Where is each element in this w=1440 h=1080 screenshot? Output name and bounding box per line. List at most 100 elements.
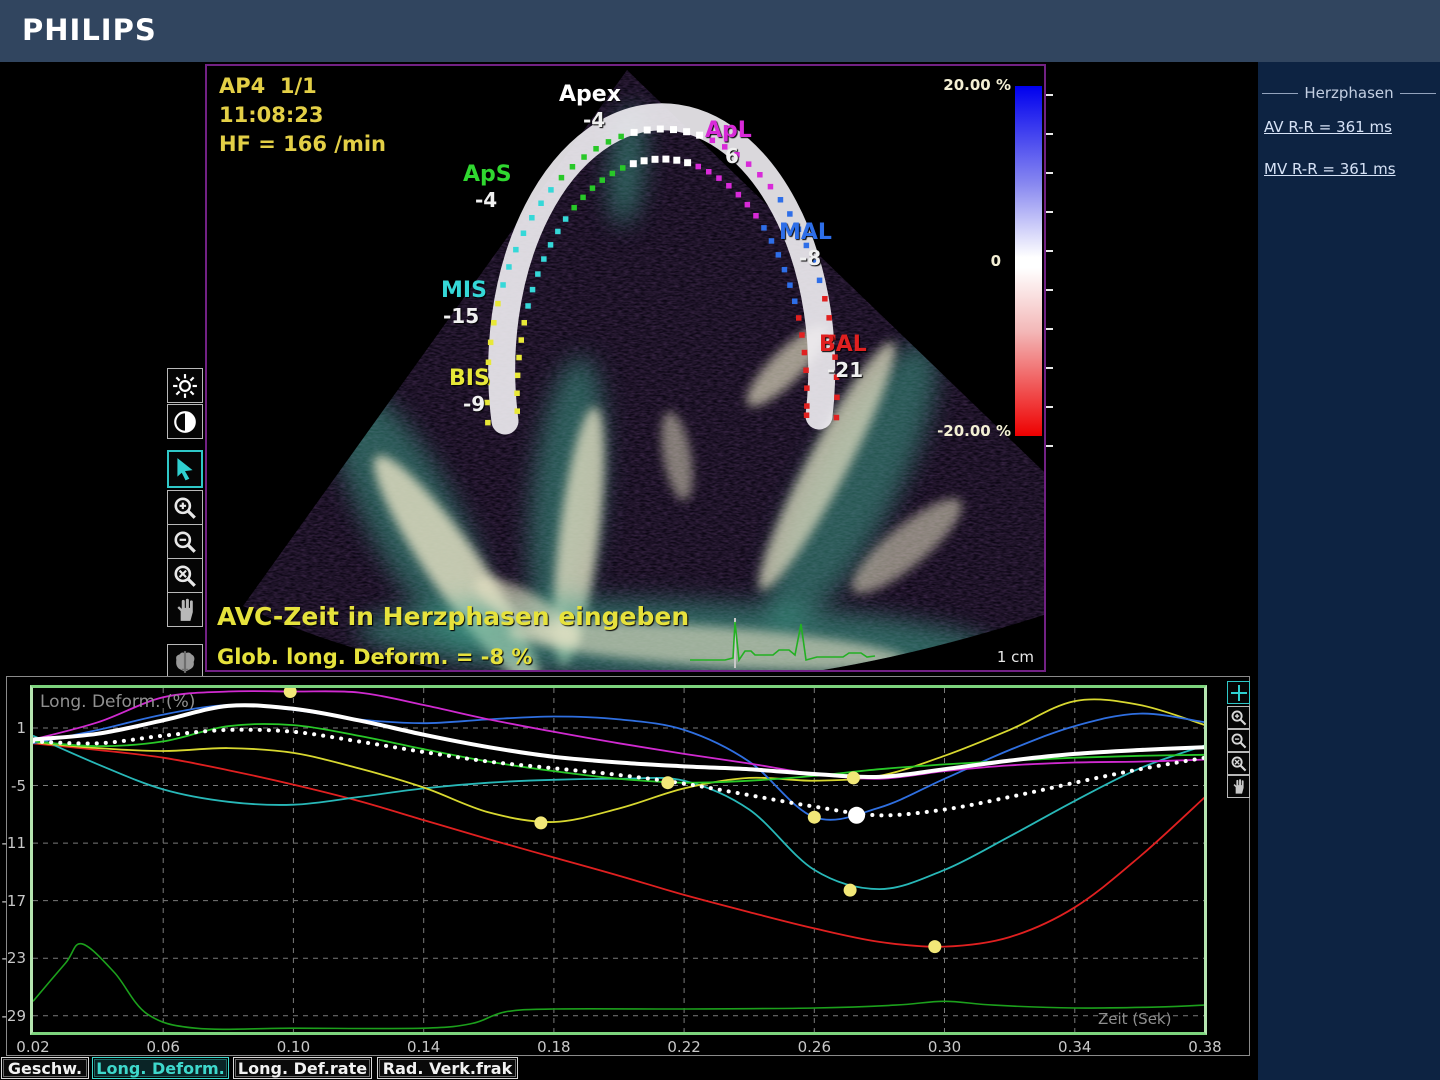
heart-model-icon (172, 649, 198, 675)
contrast-icon (172, 409, 198, 435)
segment-label-bal: BAL (819, 332, 867, 357)
x-tick-label: 0.06 (139, 1038, 187, 1056)
colorbar-max-label: 20.00 % (925, 76, 1011, 94)
segment-value-aps: -4 (475, 188, 497, 212)
x-tick-label: 0.10 (269, 1038, 317, 1056)
peak-marker (847, 771, 860, 784)
curve-aps (33, 724, 1204, 783)
peak-marker (928, 940, 941, 953)
tab-long-def-rate[interactable]: Long. Def.rate (233, 1057, 372, 1079)
panel-title: Herzphasen (1298, 84, 1399, 102)
cursor-icon (172, 456, 198, 482)
scale-label: 1 cm (997, 648, 1034, 666)
x-tick-label: 0.34 (1051, 1038, 1099, 1056)
segment-label-aps: ApS (463, 162, 512, 187)
tab-long-deform[interactable]: Long. Deform. (92, 1057, 229, 1079)
cursor-tool-button[interactable] (167, 450, 203, 488)
pan-icon (172, 597, 198, 623)
crosshair-icon (1230, 684, 1248, 702)
panel-header: Herzphasen (1262, 84, 1436, 102)
x-tick-label: 0.02 (9, 1038, 57, 1056)
colorbar-tick (1046, 406, 1053, 408)
chart-zoom-off-button[interactable] (1227, 752, 1250, 775)
brightness-icon (172, 373, 198, 399)
zoom-out-icon (172, 529, 198, 555)
colorbar-tick (1046, 250, 1053, 252)
strain-plot[interactable]: Zeit (Sek) (30, 685, 1207, 1035)
y-tick-label: -23 (0, 949, 26, 967)
x-tick-label: 0.18 (530, 1038, 578, 1056)
segment-value-mis: -15 (443, 304, 479, 328)
y-tick-label: -11 (0, 834, 26, 852)
zoom-out-icon (1230, 732, 1247, 749)
zoom-off-button[interactable] (167, 558, 203, 593)
mv-rr-link[interactable]: MV R-R = 361 ms (1264, 160, 1440, 178)
y-tick-label: 1 (0, 719, 26, 737)
brightness-button[interactable] (167, 368, 203, 403)
pan-icon (1230, 778, 1247, 795)
x-tick-label: 0.22 (660, 1038, 708, 1056)
curve-ekg (33, 944, 1204, 1030)
segment-value-bal: -21 (827, 358, 863, 382)
y-tick-label: -29 (0, 1007, 26, 1025)
herzphasen-panel: Herzphasen AV R-R = 361 ms MV R-R = 361 … (1258, 62, 1440, 1080)
zoom-out-button[interactable] (167, 524, 203, 559)
x-tick-label: 0.30 (921, 1038, 969, 1056)
colorbar-tick (1046, 172, 1053, 174)
chart-zoom-in-button[interactable] (1227, 706, 1250, 729)
segment-value-bis: -9 (463, 392, 485, 416)
peak-marker (844, 884, 857, 897)
colorbar-tick (1046, 328, 1053, 330)
segment-label-apex: Apex (559, 82, 621, 107)
peak-marker (808, 811, 821, 824)
segment-label-apl: ApL (705, 118, 752, 143)
colorbar-tick (1046, 94, 1053, 96)
strain-curves (33, 688, 1204, 1032)
curve-bal (33, 743, 1204, 946)
tab-rad-verk-frak[interactable]: Rad. Verk.frak (377, 1057, 518, 1079)
peak-marker (661, 776, 674, 789)
heart-model-button[interactable] (167, 644, 203, 679)
chart-title: Long. Deform. (%) (40, 692, 195, 712)
acquisition-info: AP4 1/111:08:23HF = 166 /min (219, 72, 386, 159)
zoom-in-button[interactable] (167, 490, 203, 525)
segment-value-apex: -4 (583, 108, 605, 132)
avc-message: AVC-Zeit in Herzphasen eingeben (217, 602, 689, 631)
colorbar-min-label: -20.00 % (915, 422, 1011, 440)
zoom-in-icon (172, 495, 198, 521)
colorbar-tick (1046, 211, 1053, 213)
top-bar: PHILIPS (0, 0, 1440, 62)
zoom-off-icon (1230, 755, 1247, 772)
x-axis-title: Zeit (Sek) (1098, 1010, 1171, 1028)
ultrasound-image[interactable]: AP4 1/111:08:23HF = 166 /min AVC-Zeit in… (205, 64, 1046, 672)
global-peak-marker (848, 807, 865, 824)
segment-value-mal: -8 (799, 246, 821, 270)
crosshair-button[interactable] (1227, 681, 1250, 704)
strain-colorbar (1015, 86, 1042, 436)
colorbar-tick (1046, 289, 1053, 291)
zoom-off-icon (172, 563, 198, 589)
segment-value-apl: 6 (725, 144, 739, 168)
y-tick-label: -5 (0, 777, 26, 795)
x-tick-label: 0.26 (790, 1038, 838, 1056)
colorbar-tick (1046, 133, 1053, 135)
divider (1400, 93, 1436, 94)
segment-label-mis: MIS (441, 278, 487, 303)
philips-logo: PHILIPS (22, 13, 157, 47)
pan-button[interactable] (167, 592, 203, 627)
colorbar-tick (1046, 445, 1053, 447)
chart-zoom-out-button[interactable] (1227, 729, 1250, 752)
peak-marker (534, 816, 547, 829)
x-tick-label: 0.14 (400, 1038, 448, 1056)
av-rr-link[interactable]: AV R-R = 361 ms (1264, 118, 1440, 136)
tab-geschw[interactable]: Geschw. (1, 1057, 89, 1079)
y-tick-label: -17 (0, 892, 26, 910)
colorbar-zero-label: 0 (955, 252, 1001, 270)
x-tick-label: 0.38 (1181, 1038, 1229, 1056)
chart-pan-button[interactable] (1227, 775, 1250, 798)
colorbar-tick (1046, 367, 1053, 369)
peak-marker (284, 688, 297, 698)
segment-label-bis: BIS (449, 366, 490, 391)
divider (1262, 93, 1298, 94)
contrast-button[interactable] (167, 404, 203, 439)
